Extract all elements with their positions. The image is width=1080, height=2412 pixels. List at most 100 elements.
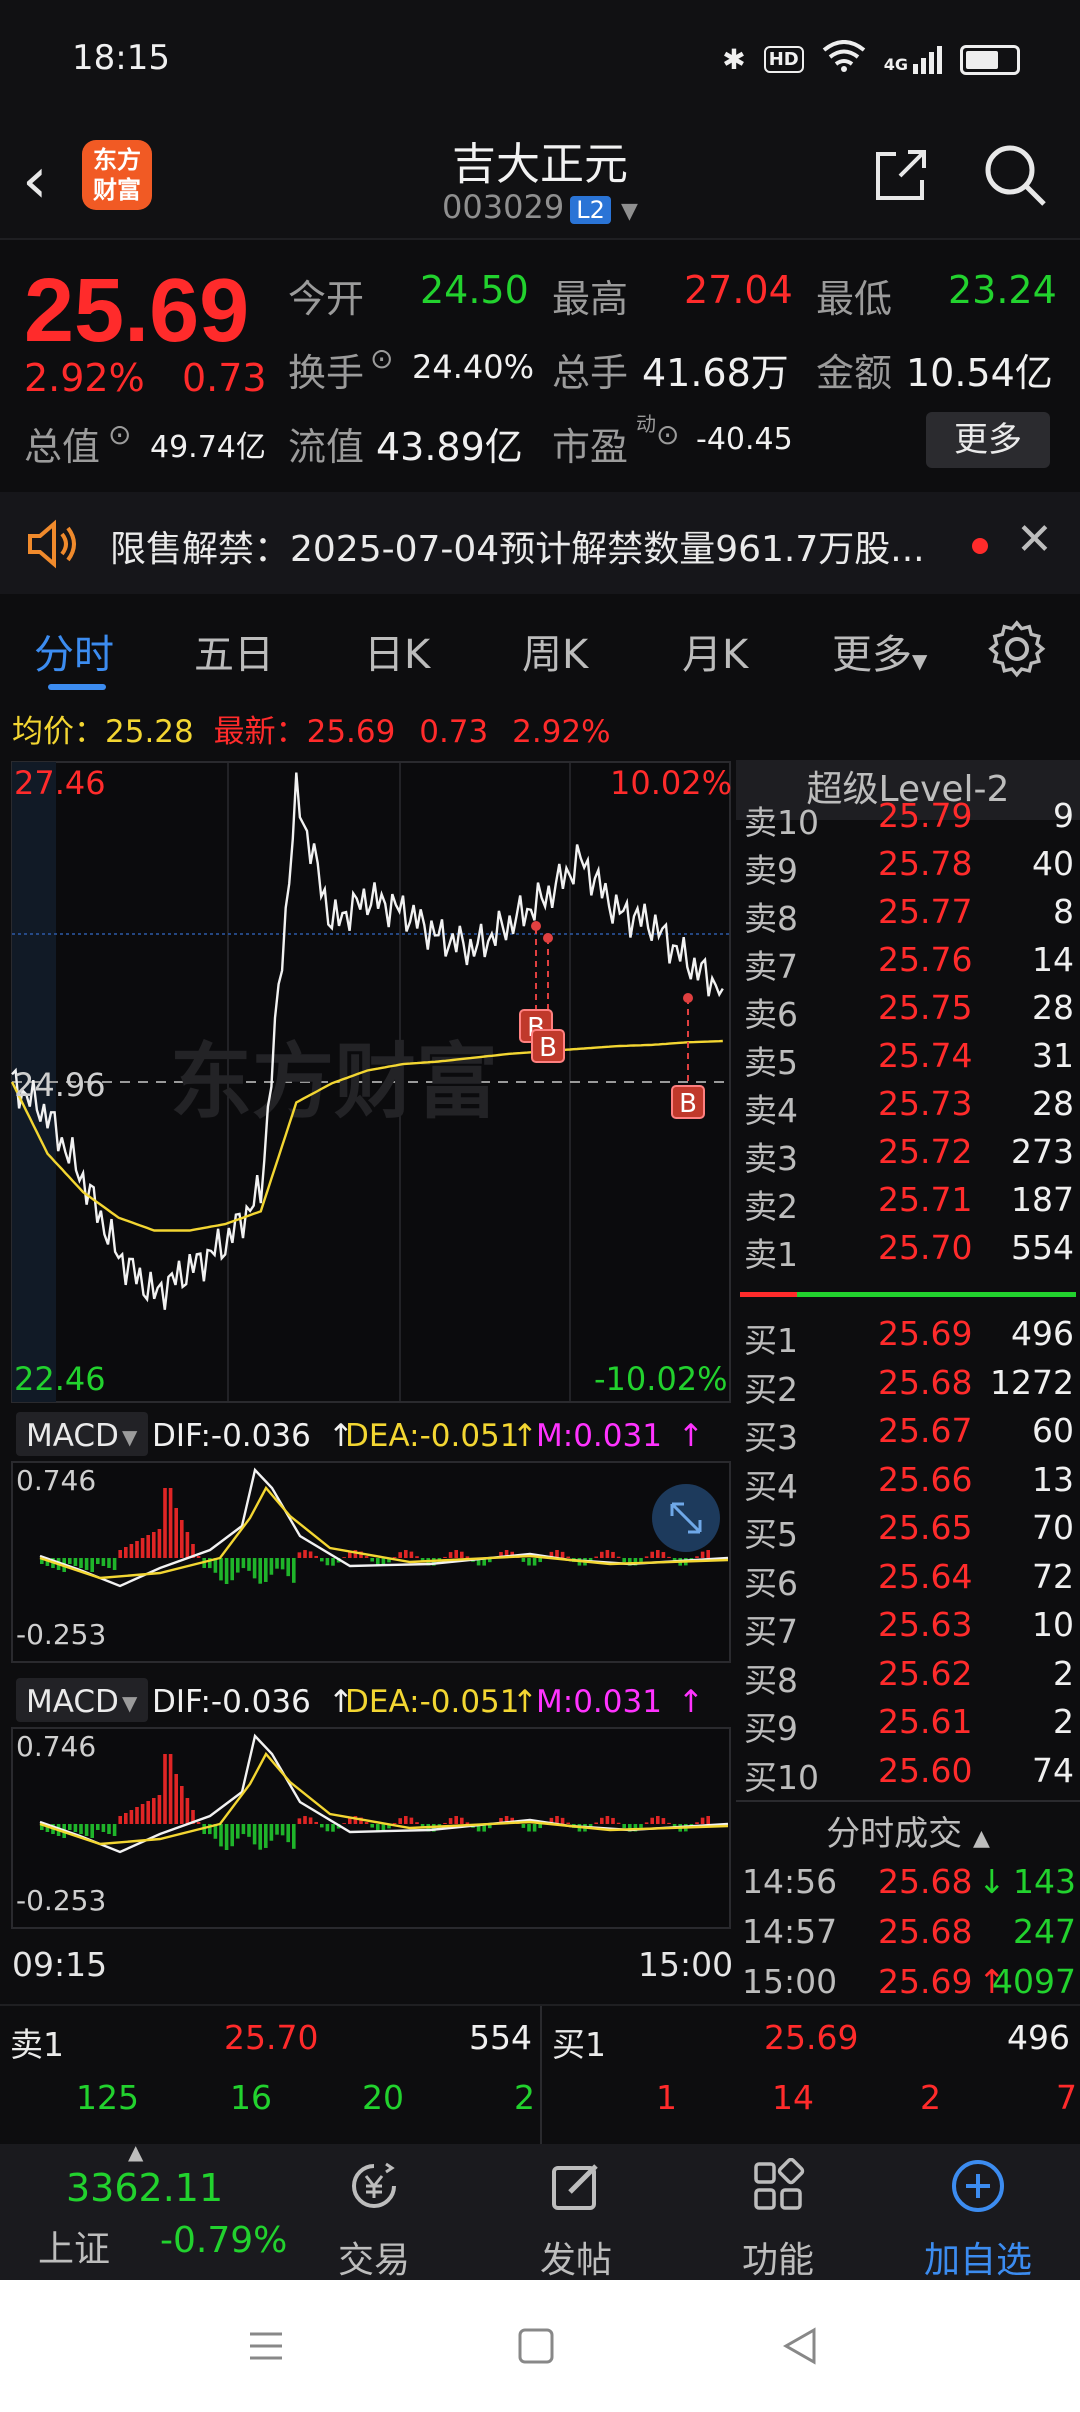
high-value: 27.04 — [684, 268, 793, 312]
ask-level: 卖6 — [744, 995, 798, 1034]
macd-bar — [465, 1822, 470, 1824]
bid-row[interactable]: 买6 25.64 72 — [736, 1551, 1080, 1603]
bid-price: 25.69 — [878, 1314, 973, 1353]
nav-add-watchlist[interactable]: 加自选 — [918, 2158, 1038, 2283]
dropdown-caret-icon[interactable]: ▼ — [621, 199, 638, 224]
macd-bar — [196, 1822, 201, 1824]
strip-buy-price: 25.69 — [764, 2018, 859, 2057]
bid-level: 买10 — [744, 1757, 819, 1797]
macd-bar — [600, 1551, 604, 1558]
nav-function[interactable]: 功能 — [718, 2157, 838, 2283]
change-amount: 0.73 — [182, 356, 267, 400]
bid-row[interactable]: 买1 25.69 496 — [736, 1308, 1080, 1360]
macd-bar — [605, 1816, 610, 1824]
buy-marker[interactable]: B — [531, 1029, 565, 1063]
ask-price: 25.73 — [878, 1084, 973, 1123]
search-icon[interactable] — [980, 140, 1050, 210]
nav-trade[interactable]: 交易 — [314, 2158, 434, 2283]
bid-row[interactable]: 买4 25.66 13 — [736, 1454, 1080, 1506]
macd-dea: DEA:-0.051 — [345, 1684, 520, 1720]
share-icon[interactable] — [870, 146, 930, 206]
tick-price: 25.68 — [878, 1912, 973, 1951]
macd-bar — [297, 1818, 302, 1824]
macd-bar — [280, 1824, 285, 1836]
best-quote-strip: 卖1 25.70 554 买1 25.69 496 125 16 20 2 1 … — [0, 2004, 1080, 2146]
macd-bar — [292, 1558, 296, 1583]
ask-row[interactable]: 卖5 25.74 31 — [736, 1030, 1080, 1082]
ask-row[interactable]: 卖9 25.78 40 — [736, 838, 1080, 890]
macd-bar — [342, 1823, 346, 1824]
ask-row[interactable]: 卖4 25.73 28 — [736, 1078, 1080, 1130]
back-icon[interactable] — [780, 2326, 820, 2366]
bid-volume: 1272 — [990, 1362, 1074, 1402]
bid-price: 25.60 — [878, 1750, 973, 1790]
menu-icon[interactable] — [246, 2326, 286, 2366]
info-icon[interactable]: ⊙ — [656, 418, 679, 451]
intraday-chart[interactable]: 东方财富 B B B 27.46 10.02% 24.96 22.46 -10.… — [10, 760, 733, 2000]
ask-volume: 273 — [1011, 1132, 1074, 1171]
info-icon[interactable]: ⊙ — [108, 418, 131, 451]
buy-marker[interactable]: B — [671, 1085, 705, 1119]
ask-row[interactable]: 卖10 25.79 9 — [736, 790, 1080, 842]
tab-five-day[interactable]: 五日 — [194, 622, 274, 680]
bid-row[interactable]: 买10 25.60 74 — [736, 1745, 1080, 1797]
tab-weekly-k[interactable]: 周K — [522, 622, 588, 680]
nav-post[interactable]: 发帖 — [516, 2158, 636, 2283]
tab-daily-k[interactable]: 日K — [364, 622, 430, 680]
macd-bar — [342, 1557, 346, 1558]
level2-badge[interactable]: L2 — [570, 196, 611, 224]
bid-row[interactable]: 买7 25.63 10 — [736, 1599, 1080, 1651]
latest-pct: 2.92% — [512, 714, 611, 750]
current-price: 25.69 — [24, 261, 250, 361]
up-arrow-icon: ↑ — [678, 1684, 704, 1720]
ask-row[interactable]: 卖3 25.72 273 — [736, 1126, 1080, 1178]
macd-bar — [695, 1556, 699, 1558]
macd-bar — [264, 1558, 268, 1582]
bid-ask-ratio-bar — [740, 1292, 1076, 1297]
ask-row[interactable]: 卖1 25.70 554 — [736, 1222, 1080, 1274]
macd-y-bottom: -0.253 — [16, 1884, 106, 1917]
bid-row[interactable]: 买2 25.68 1272 — [736, 1357, 1080, 1409]
bid-row[interactable]: 买9 25.61 2 — [736, 1696, 1080, 1748]
avg-label: 均价： — [12, 714, 105, 750]
ask-row[interactable]: 卖8 25.77 8 — [736, 886, 1080, 938]
info-icon[interactable]: ⊙ — [370, 342, 393, 375]
trade-yen-icon — [352, 2162, 396, 2208]
index-ticker[interactable]: ▲ 3362.11 上证 -0.79% — [0, 2140, 287, 2280]
settings-gear-icon[interactable] — [988, 620, 1046, 678]
status-icons: ✱ HD 4G — [722, 40, 1020, 79]
macd-bar — [157, 1529, 162, 1558]
macd-bar — [370, 1558, 374, 1562]
macd-m: M:0.031 — [536, 1684, 662, 1720]
macd-bar — [706, 1816, 710, 1824]
tab-monthly-k[interactable]: 月K — [682, 622, 748, 680]
macd-bar — [96, 1558, 100, 1564]
ask-row[interactable]: 卖6 25.75 28 — [736, 982, 1080, 1034]
bid-row[interactable]: 买8 25.62 2 — [736, 1648, 1080, 1700]
macd-bar — [224, 1824, 229, 1850]
bid-price: 25.68 — [878, 1362, 973, 1402]
add-circle-icon — [952, 2160, 1004, 2212]
ask-row[interactable]: 卖7 25.76 14 — [736, 934, 1080, 986]
speaker-icon — [28, 519, 76, 569]
ask-price: 25.75 — [878, 988, 973, 1027]
macd-bar — [236, 1558, 240, 1573]
bid-row[interactable]: 买3 25.67 60 — [736, 1405, 1080, 1457]
tab-intraday[interactable]: 分时 — [34, 622, 114, 680]
bid-volume: 70 — [1032, 1508, 1074, 1547]
strip-buy-label: 买1 — [552, 2025, 606, 2064]
ask-level: 卖8 — [744, 899, 798, 938]
bid-row[interactable]: 买5 25.65 70 — [736, 1502, 1080, 1554]
unlock-notice[interactable]: 限售解禁：2025-07-04预计解禁数量961.7万股... ✕ — [0, 492, 1080, 594]
more-button[interactable]: 更多 — [926, 412, 1050, 468]
expand-chart-icon[interactable] — [652, 1484, 720, 1552]
ticks-header[interactable]: 分时成交 ▲ — [736, 1806, 1080, 1855]
close-icon[interactable]: ✕ — [1016, 514, 1053, 565]
ask-row[interactable]: 卖2 25.71 187 — [736, 1174, 1080, 1226]
home-icon[interactable] — [516, 2326, 556, 2366]
tab-more[interactable]: 更多▼ — [832, 622, 927, 680]
strip-sell-cell: 125 — [76, 2078, 139, 2117]
ask-level: 卖4 — [744, 1091, 798, 1130]
macd-bar — [460, 1551, 464, 1558]
macd-bar — [314, 1821, 318, 1824]
